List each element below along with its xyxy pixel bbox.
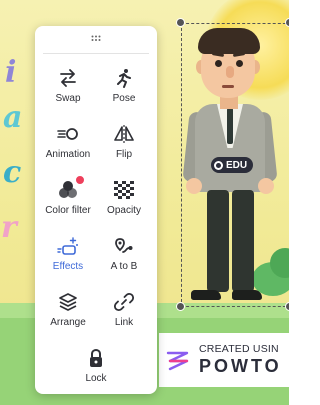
lock-label: Lock xyxy=(85,373,107,384)
swap-label: Swap xyxy=(55,93,81,104)
pose-button[interactable]: Pose xyxy=(95,60,153,112)
resize-handle-bottom-left[interactable] xyxy=(176,302,185,311)
watermark-brand: POWTO xyxy=(199,356,282,376)
flip-icon xyxy=(113,123,135,145)
resize-handle-top-right[interactable] xyxy=(285,18,289,27)
flip-label: Flip xyxy=(115,149,133,160)
opacity-label: Opacity xyxy=(107,205,141,216)
path-pin-icon xyxy=(113,235,135,257)
color-filter-icon xyxy=(57,175,85,201)
menu-divider xyxy=(43,53,149,54)
effects-sparkle-icon xyxy=(57,235,79,257)
menu-drag-handle[interactable] xyxy=(35,26,157,52)
lock-button[interactable]: Lock xyxy=(67,340,125,392)
resize-handle-bottom-right[interactable] xyxy=(285,302,289,311)
running-figure-icon xyxy=(113,67,135,89)
effects-label: Effects xyxy=(52,261,84,272)
arrange-label: Arrange xyxy=(50,317,86,328)
flip-button[interactable]: Flip xyxy=(95,116,153,168)
drag-dots-icon xyxy=(91,35,101,41)
a-to-b-button[interactable]: A to B xyxy=(95,228,153,280)
arrange-button[interactable]: Arrange xyxy=(39,284,97,336)
opacity-button[interactable]: Opacity xyxy=(95,172,153,224)
background-text-fragment: c xyxy=(3,155,22,190)
powtoon-watermark: CREATED USIN POWTO xyxy=(159,333,289,387)
powtoon-logo-icon xyxy=(166,351,189,371)
background-text-fragment: a xyxy=(3,100,23,135)
animation-icon xyxy=(57,123,79,145)
color-filter-button[interactable]: Color filter xyxy=(39,172,97,224)
resize-handle-top-left[interactable] xyxy=(176,18,185,27)
animation-label: Animation xyxy=(45,149,91,160)
swap-button[interactable]: Swap xyxy=(39,60,97,112)
object-actions-menu: Swap Pose Animation Flip Color filter Op… xyxy=(35,26,157,394)
premium-badge-icon xyxy=(75,175,85,185)
swap-arrows-icon xyxy=(57,67,79,89)
effects-button[interactable]: Effects xyxy=(39,228,97,280)
opacity-checker-icon xyxy=(113,179,135,201)
link-button[interactable]: Link xyxy=(95,284,153,336)
watermark-caption: CREATED USIN xyxy=(199,343,279,355)
background-text-fragment: i xyxy=(5,55,17,90)
a-to-b-label: A to B xyxy=(110,261,138,272)
selection-frame[interactable] xyxy=(181,23,289,307)
link-icon xyxy=(113,291,135,313)
background-text-fragment: r xyxy=(1,210,17,245)
color-filter-label: Color filter xyxy=(45,205,91,216)
lock-icon xyxy=(85,347,107,369)
link-label: Link xyxy=(114,317,134,328)
pose-label: Pose xyxy=(112,93,136,104)
animation-button[interactable]: Animation xyxy=(39,116,97,168)
layers-icon xyxy=(57,291,79,313)
